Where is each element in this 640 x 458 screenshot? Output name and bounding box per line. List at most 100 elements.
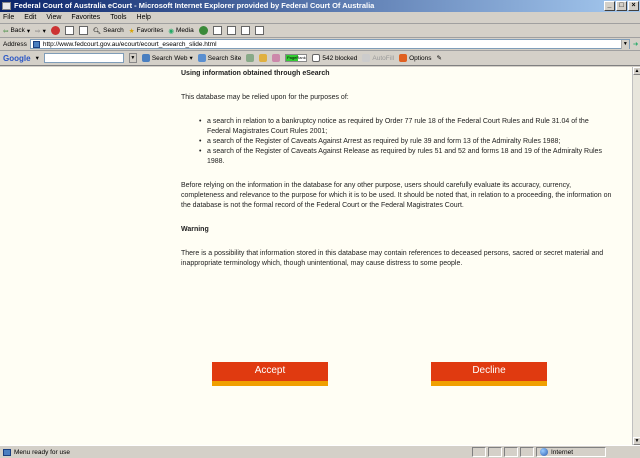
pagerank-indicator: PageRank — [285, 54, 308, 62]
status-pane — [488, 447, 502, 457]
status-pane — [472, 447, 486, 457]
back-button[interactable]: ⇦ Back ▾ — [3, 27, 30, 35]
forward-button[interactable]: ⇨ ▾ — [35, 27, 46, 35]
page-icon — [3, 448, 11, 456]
scroll-down-icon[interactable]: ▼ — [633, 437, 640, 445]
address-label: Address — [3, 40, 27, 48]
list-item: a search of the Register of Caveats Agai… — [199, 137, 613, 147]
search-icon: 🔍︎ — [92, 27, 102, 35]
media-button[interactable]: ◉ Media — [168, 27, 193, 35]
autofill-button[interactable]: AutoFill — [362, 54, 394, 62]
status-bar: Menu ready for use Internet — [0, 445, 640, 458]
zone-label: Internet — [551, 448, 574, 456]
menu-tools[interactable]: Tools — [110, 14, 126, 21]
standard-toolbar: ⇦ Back ▾ ⇨ ▾ 🔍︎ Search ★ Favorites ◉ Med… — [0, 24, 640, 38]
window-controls: _ □ × — [604, 1, 639, 11]
favorites-button[interactable]: ★ Favorites — [129, 27, 164, 35]
search-web-label: Search Web — [151, 54, 188, 62]
menu-edit[interactable]: Edit — [24, 14, 36, 21]
print-icon[interactable] — [226, 26, 236, 35]
status-text: Menu ready for use — [14, 448, 71, 456]
warning-heading: Warning — [181, 226, 209, 233]
menu-help[interactable]: Help — [137, 14, 151, 21]
pencil-icon[interactable]: ✎ — [437, 54, 442, 62]
chevron-down-icon[interactable]: ▼ — [620, 39, 629, 49]
page-icon — [32, 40, 40, 48]
go-icon[interactable]: ➜ — [633, 40, 638, 48]
favorites-label: Favorites — [136, 27, 164, 34]
maximize-icon[interactable]: □ — [616, 1, 627, 11]
options-icon — [399, 54, 408, 62]
chevron-down-icon: ▾ — [189, 55, 193, 62]
menu-file[interactable]: File — [3, 14, 14, 21]
accept-button[interactable]: Accept — [212, 362, 328, 386]
vertical-scrollbar[interactable]: ▲ ▼ — [632, 67, 640, 445]
address-input[interactable]: http://www.fedcourt.gov.au/ecourt/ecourt… — [29, 39, 630, 49]
popup-blocker[interactable]: 542 blocked — [312, 54, 357, 62]
caution-text: Before relying on the information in the… — [181, 182, 612, 209]
intro-text: This database may be relied upon for the… — [181, 94, 349, 101]
search-site-icon — [197, 54, 206, 62]
security-zone: Internet — [536, 447, 606, 457]
menu-view[interactable]: View — [46, 14, 61, 21]
media-label: Media — [176, 27, 194, 34]
warning-text: There is a possibility that information … — [181, 250, 604, 267]
list-item: a search in relation to a bankruptcy not… — [199, 117, 613, 137]
chevron-down-icon[interactable]: ▾ — [36, 54, 39, 62]
back-label: Back — [10, 27, 25, 34]
page-title: Using information obtained through eSear… — [181, 70, 330, 77]
google-logo[interactable]: Google — [3, 54, 31, 63]
scroll-up-icon[interactable]: ▲ — [633, 67, 640, 75]
chevron-down-icon: ▾ — [42, 27, 46, 35]
status-pane — [504, 447, 518, 457]
back-arrow-icon: ⇦ — [3, 27, 9, 35]
search-label: Search — [103, 27, 124, 34]
home-icon[interactable] — [78, 26, 88, 35]
refresh-icon[interactable] — [64, 26, 74, 35]
edit-icon[interactable] — [240, 26, 250, 35]
discuss-icon[interactable] — [254, 26, 264, 35]
popup-blocker-icon — [312, 54, 321, 62]
minimize-icon[interactable]: _ — [604, 1, 615, 11]
news-icon[interactable] — [246, 54, 255, 62]
star-icon: ★ — [128, 27, 135, 35]
close-icon[interactable]: × — [628, 1, 639, 11]
options-button[interactable]: Options — [399, 54, 432, 62]
search-site-button[interactable]: Search Site — [197, 54, 242, 62]
google-search-input[interactable] — [43, 53, 124, 63]
status-message: Menu ready for use — [0, 448, 470, 456]
menu-favorites[interactable]: Favorites — [71, 14, 100, 21]
address-url: http://www.fedcourt.gov.au/ecourt/ecourt… — [42, 40, 217, 48]
search-web-button[interactable]: Search Web ▾ — [141, 54, 193, 62]
search-site-label: Search Site — [207, 54, 242, 62]
chevron-down-icon[interactable]: ▼ — [128, 53, 137, 63]
pagerank-bar: PageRank — [285, 54, 308, 62]
info-icon[interactable] — [259, 54, 268, 62]
list-item: a search of the Register of Caveats Agai… — [199, 147, 613, 167]
forward-arrow-icon: ⇨ — [35, 27, 41, 35]
stop-icon[interactable] — [50, 26, 60, 35]
highlight-icon[interactable] — [272, 54, 281, 62]
decline-button[interactable]: Decline — [431, 362, 547, 386]
esearch-disclaimer: Using information obtained through eSear… — [181, 67, 613, 283]
options-label: Options — [409, 54, 432, 62]
window-title: Federal Court of Australia eCourt - Micr… — [14, 1, 375, 10]
window-title-bar: Federal Court of Australia eCourt - Micr… — [0, 0, 640, 12]
purpose-list: a search in relation to a bankruptcy not… — [199, 117, 613, 167]
menu-bar: File Edit View Favorites Tools Help — [0, 12, 640, 24]
status-pane — [520, 447, 534, 457]
autofill-icon — [362, 54, 371, 62]
google-toolbar: Google ▾ ▼ Search Web ▾ Search Site Page… — [0, 51, 640, 66]
search-web-icon — [141, 54, 150, 62]
address-bar: Address http://www.fedcourt.gov.au/ecour… — [0, 38, 640, 51]
history-icon[interactable] — [198, 26, 208, 35]
ie-app-icon — [2, 2, 11, 10]
chevron-down-icon: ▾ — [26, 27, 31, 35]
search-button[interactable]: 🔍︎ Search — [93, 27, 124, 35]
mail-icon[interactable] — [212, 26, 222, 35]
blocked-count: 542 blocked — [322, 54, 358, 62]
globe-icon — [540, 448, 548, 456]
media-icon: ◉ — [168, 27, 174, 35]
autofill-label: AutoFill — [372, 54, 395, 62]
page-content: Using information obtained through eSear… — [0, 67, 632, 445]
